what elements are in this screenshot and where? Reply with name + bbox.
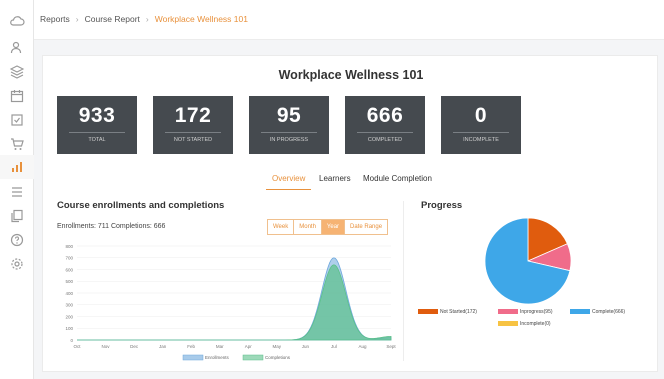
y-tick-label: 500	[65, 279, 73, 284]
x-tick-label: Jul	[331, 344, 337, 349]
y-tick-label: 600	[65, 267, 73, 272]
x-tick-label: Jan	[159, 344, 167, 349]
settings-gear-icon[interactable]	[9, 256, 25, 272]
legend-swatch	[498, 309, 518, 315]
legend-label: Enrollments	[205, 355, 230, 360]
range-selector: Week Month Year Date Range	[267, 219, 389, 235]
calendar-icon[interactable]	[9, 88, 25, 104]
stat-not-started: 172 NOT STARTED	[153, 96, 233, 154]
stat-value: 95	[276, 104, 302, 127]
x-tick-label: Jun	[302, 344, 310, 349]
range-date-range-button[interactable]: Date Range	[345, 220, 388, 234]
enrollments-area-chart: 800 700 600 500 400 300 200 100 0Oct Nov Dec Jan Feb…	[65, 244, 396, 361]
course-report-card: Workplace Wellness 101 933 TOTAL 172 NOT…	[42, 55, 658, 372]
y-tick-label: 0	[70, 338, 73, 343]
y-tick-label: 700	[65, 256, 73, 261]
legend-label: Complete(666)	[592, 309, 626, 315]
x-tick-label: Apr	[245, 344, 253, 349]
x-tick-label: Feb	[187, 344, 195, 349]
tab-module-completion[interactable]: Module Completion	[357, 170, 438, 190]
list-icon[interactable]	[9, 184, 25, 200]
progress-pie-chart	[484, 217, 572, 305]
stat-completed: 666 COMPLETED	[345, 96, 425, 154]
y-tick-label: 100	[65, 326, 73, 331]
cloud-icon[interactable]	[9, 14, 25, 30]
stat-label: COMPLETED	[367, 137, 403, 143]
stat-value: 0	[474, 104, 488, 127]
legend-swatch	[570, 309, 590, 315]
copy-icon[interactable]	[9, 208, 25, 224]
legend-swatch	[418, 309, 438, 315]
series-area-completions	[77, 264, 392, 341]
legend-swatch	[182, 354, 204, 361]
x-tick-label: May	[273, 344, 282, 349]
legend-label: Incomplete(0)	[520, 321, 551, 327]
breadcrumb-separator: ›	[145, 14, 149, 24]
stat-label: IN PROGRESS	[269, 137, 309, 143]
stat-label: NOT STARTED	[173, 137, 213, 143]
sidebar	[0, 0, 34, 379]
legend-swatch	[242, 354, 264, 361]
layers-icon[interactable]	[9, 64, 25, 80]
stat-label: TOTAL	[88, 137, 106, 143]
legend-label: Completions	[265, 355, 291, 360]
checklist-icon[interactable]	[9, 112, 25, 128]
help-icon[interactable]	[9, 232, 25, 248]
range-week-button[interactable]: Week	[268, 220, 295, 234]
y-tick-label: 300	[65, 303, 73, 308]
legend-label: Not Started(172)	[440, 309, 477, 315]
stat-value: 172	[174, 104, 212, 127]
enrollments-section-title: Course enrollments and completions	[57, 200, 225, 211]
legend-item-complete: Complete(666)	[570, 309, 625, 315]
x-tick-label: Nov	[102, 344, 111, 349]
stat-value: 666	[366, 104, 404, 127]
progress-section-title: Progress	[421, 200, 463, 211]
range-month-button[interactable]: Month	[294, 220, 322, 234]
tab-learners[interactable]: Learners	[313, 170, 357, 190]
breadcrumb: Reports › Course Report › Workplace Wellness…	[40, 14, 248, 24]
stat-incomplete: 0 INCOMPLETE	[441, 96, 521, 154]
legend-item-inprogress: Inprogress(95)	[498, 309, 553, 315]
legend-item-not-started: Not Started(172)	[418, 309, 477, 315]
report-tabs: Overview Learners Module Completion	[43, 170, 659, 190]
breadcrumb-current: Workplace Wellness 101	[154, 14, 248, 24]
y-tick-label: 200	[65, 314, 73, 319]
legend-swatch	[498, 321, 518, 327]
stat-label: INCOMPLETE	[463, 137, 499, 143]
reports-chart-icon[interactable]	[9, 159, 25, 175]
top-bar: Reports › Course Report › Workplace Wellness…	[34, 0, 664, 40]
x-tick-label: Sept	[386, 344, 396, 349]
legend-item-incomplete: Incomplete(0)	[498, 321, 551, 327]
stat-in-progress: 95 IN PROGRESS	[249, 96, 329, 154]
breadcrumb-reports[interactable]: Reports	[40, 14, 70, 24]
cart-icon[interactable]	[9, 136, 25, 152]
x-tick-label: Mar	[216, 344, 224, 349]
stat-total: 933 TOTAL	[57, 96, 137, 154]
y-tick-label: 400	[65, 291, 73, 296]
y-tick-label: 800	[65, 244, 73, 249]
range-year-button[interactable]: Year	[321, 220, 346, 234]
breadcrumb-separator: ›	[75, 14, 79, 24]
legend-label: Inprogress(95)	[520, 309, 553, 315]
users-icon[interactable]	[9, 40, 25, 56]
x-tick-label: Aug	[358, 344, 367, 349]
x-tick-label: Dec	[130, 344, 139, 349]
breadcrumb-course-report[interactable]: Course Report	[85, 14, 140, 24]
enrollments-summary: Enrollments: 711 Completions: 666	[57, 223, 166, 230]
course-title: Workplace Wellness 101	[278, 68, 424, 82]
x-tick-label: Oct	[73, 344, 81, 349]
stat-value: 933	[78, 104, 116, 127]
section-divider	[403, 201, 404, 361]
tab-overview[interactable]: Overview	[266, 170, 312, 190]
